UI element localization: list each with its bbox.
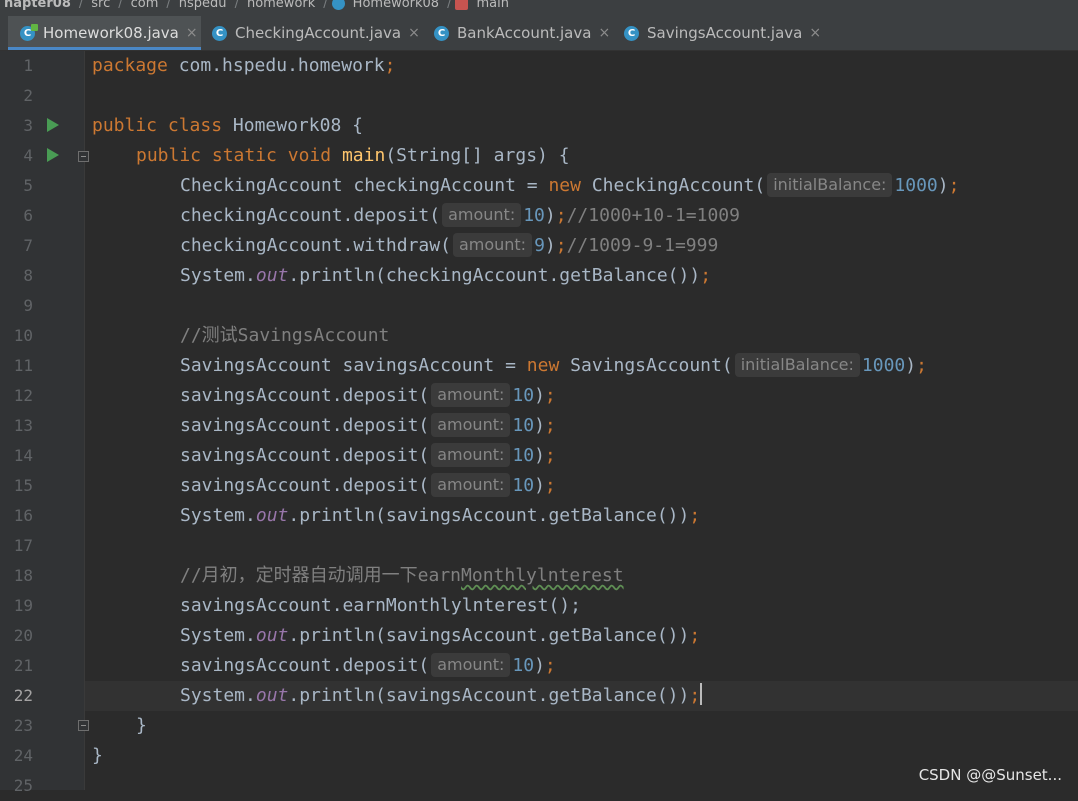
tab-label: Homework08.java — [43, 24, 179, 42]
breadcrumb-separator: / — [234, 0, 239, 11]
line-number: 14 — [13, 446, 33, 465]
breadcrumb-separator: / — [166, 0, 171, 11]
parameter-hint: amount: — [452, 233, 533, 257]
line-number: 4 — [23, 146, 33, 165]
code-line-5: CheckingAccount checkingAccount = new Ch… — [180, 173, 960, 197]
line-number: 8 — [23, 266, 33, 285]
tab-savingsaccount[interactable]: C SavingsAccount.java × — [613, 16, 829, 50]
line-number: 13 — [13, 416, 33, 435]
line-number: 21 — [13, 656, 33, 675]
close-icon[interactable]: × — [809, 25, 821, 41]
code-line-11: SavingsAccount savingsAccount = new Savi… — [180, 353, 927, 377]
breadcrumb-item-class[interactable]: Homework08 — [349, 0, 443, 11]
code-line-18: //月初，定时器自动调用一下earnMonthlylnterest — [180, 565, 624, 586]
breadcrumb-item-hspedu[interactable]: hspedu — [175, 0, 231, 11]
line-number: 25 — [13, 776, 33, 795]
breadcrumb-item-module[interactable]: hapter08 — [0, 0, 75, 11]
line-number: 24 — [13, 746, 33, 765]
breadcrumb-item-src[interactable]: src — [87, 0, 114, 11]
text-caret — [700, 683, 703, 705]
line-number: 15 — [13, 476, 33, 495]
line-number: 2 — [23, 86, 33, 105]
code-line-15: savingsAccount.deposit(amount: 10); — [180, 473, 556, 497]
close-icon[interactable]: × — [186, 25, 198, 41]
close-icon[interactable]: × — [408, 25, 420, 41]
parameter-hint: initialBalance: — [767, 173, 893, 197]
line-number: 16 — [13, 506, 33, 525]
parameter-hint: amount: — [442, 203, 522, 227]
code-line-8: System.out.println(checkingAccount.getBa… — [180, 265, 712, 286]
code-line-21: savingsAccount.deposit(amount: 10); — [180, 653, 556, 677]
line-number: 11 — [13, 356, 33, 375]
breadcrumb-separator: / — [447, 0, 452, 11]
breadcrumb-item-homework[interactable]: homework — [243, 0, 319, 11]
tab-label: BankAccount.java — [457, 24, 592, 42]
tab-homework08[interactable]: C Homework08.java × — [8, 16, 201, 50]
code-line-10: //测试SavingsAccount — [180, 325, 390, 346]
code-line-23: } — [136, 715, 147, 736]
tab-bankaccount[interactable]: C BankAccount.java × — [423, 16, 613, 50]
line-number: 5 — [23, 176, 33, 195]
code-line-3: public class Homework08 { — [92, 115, 363, 136]
parameter-hint: amount: — [431, 413, 511, 437]
breadcrumb-item-method[interactable]: main — [472, 0, 512, 11]
line-number: 9 — [23, 296, 33, 315]
editor-gutter: 1 2 3 4 5 6 7 8 9 10 11 12 13 14 15 16 1… — [0, 51, 89, 795]
line-number: 23 — [13, 716, 33, 735]
parameter-hint: amount: — [431, 383, 511, 407]
parameter-hint: amount: — [431, 443, 511, 467]
code-line-19: savingsAccount.earnMonthlylnterest(); — [180, 595, 581, 616]
line-number: 1 — [23, 56, 33, 75]
editor-tab-bar: C Homework08.java × C CheckingAccount.ja… — [0, 16, 1078, 51]
code-line-7: checkingAccount.withdraw(amount: 9);//100… — [180, 233, 719, 257]
breadcrumb-separator: / — [78, 0, 84, 11]
tab-label: SavingsAccount.java — [647, 24, 803, 42]
run-icon[interactable] — [47, 148, 59, 162]
tab-checkingaccount[interactable]: C CheckingAccount.java × — [201, 16, 423, 50]
watermark: CSDN @@Sunset... — [918, 766, 1062, 784]
code-line-13: savingsAccount.deposit(amount: 10); — [180, 413, 556, 437]
line-number: 3 — [23, 116, 33, 135]
class-icon: C — [212, 25, 227, 41]
code-line-4: public static void main(String[] args) { — [136, 145, 570, 166]
class-icon: C — [20, 23, 38, 41]
run-icon[interactable] — [47, 118, 59, 132]
parameter-hint: amount: — [431, 473, 511, 497]
parameter-hint: initialBalance: — [734, 353, 860, 377]
close-icon[interactable]: × — [598, 25, 610, 41]
line-number: 18 — [13, 566, 33, 585]
parameter-hint: amount: — [431, 653, 511, 677]
code-line-24: } — [92, 745, 103, 766]
breadcrumb-separator: / — [118, 0, 123, 11]
typo-warning: Monthlylnterest — [461, 565, 624, 586]
line-number: 10 — [13, 326, 33, 345]
line-number: 12 — [13, 386, 33, 405]
code-line-22: System.out.println(savingsAccount.getBal… — [180, 683, 703, 706]
class-icon — [331, 0, 345, 10]
line-number: 7 — [23, 236, 33, 255]
class-icon: C — [434, 25, 449, 41]
breadcrumb-item-com[interactable]: com — [127, 0, 163, 11]
code-line-20: System.out.println(savingsAccount.getBal… — [180, 625, 701, 646]
code-line-16: System.out.println(savingsAccount.getBal… — [180, 505, 701, 526]
line-number: 20 — [13, 626, 33, 645]
line-number-current: 22 — [13, 686, 33, 705]
code-line-14: savingsAccount.deposit(amount: 10); — [180, 443, 556, 467]
breadcrumb-separator: / — [323, 0, 328, 11]
class-icon: C — [624, 25, 639, 41]
breadcrumb: hapter08 / src / com / hspedu / homework… — [0, 0, 1078, 16]
code-line-6: checkingAccount.deposit(amount: 10);//100… — [180, 203, 740, 227]
tab-label: CheckingAccount.java — [235, 24, 402, 42]
code-line-12: savingsAccount.deposit(amount: 10); — [180, 383, 556, 407]
line-number: 6 — [23, 206, 33, 225]
line-number: 17 — [13, 536, 33, 555]
code-editor[interactable]: package com.hspedu.homework; public clas… — [85, 51, 1078, 790]
method-icon — [455, 0, 469, 10]
line-number: 19 — [13, 596, 33, 615]
code-line-1: package com.hspedu.homework; — [92, 55, 396, 76]
